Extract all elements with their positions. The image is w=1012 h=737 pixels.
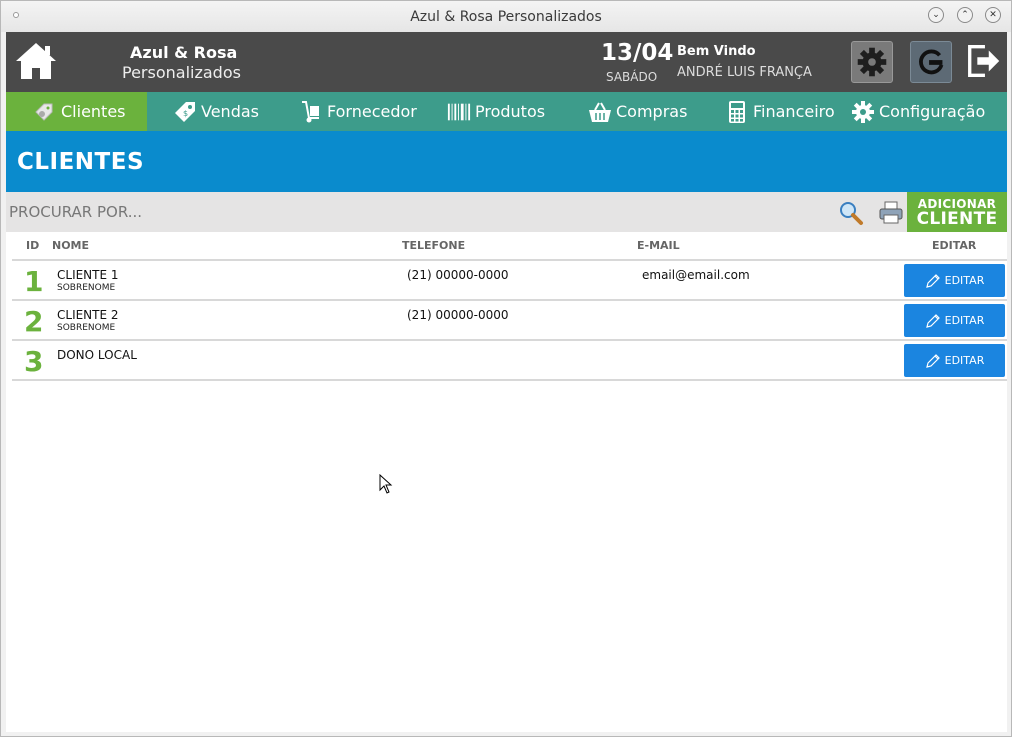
- pencil-icon: [925, 273, 940, 288]
- user-tag-icon: [35, 103, 53, 121]
- home-icon[interactable]: [14, 41, 58, 81]
- pencil-icon: [925, 353, 940, 368]
- maximize-button[interactable]: ⌃: [957, 7, 973, 23]
- gear-icon: [857, 47, 887, 77]
- table-row: 2 CLIENTE 2 SOBRENOME (21) 00000-0000 ED…: [12, 301, 1007, 341]
- client-id: 3: [24, 345, 44, 378]
- client-name: CLIENTE 2: [57, 308, 119, 322]
- nav-label: Fornecedor: [327, 102, 417, 121]
- client-phone: (21) 00000-0000: [407, 268, 509, 282]
- nav-tab-clientes[interactable]: Clientes: [6, 92, 147, 131]
- main-nav: Clientes $ Vendas Fornecedor Produtos Co…: [6, 92, 1007, 131]
- section-header: CLIENTES: [6, 131, 1007, 192]
- refresh-icon: [919, 49, 944, 75]
- window-title: Azul & Rosa Personalizados: [410, 9, 602, 25]
- client-name: CLIENTE 1: [57, 268, 119, 282]
- table-row: 3 DONO LOCAL EDITAR: [12, 341, 1007, 381]
- nav-tab-compras[interactable]: Compras: [588, 92, 687, 131]
- current-date: 13/04: [601, 40, 674, 66]
- app-window: Azul & Rosa Personalizados ⌄ ⌃ ✕ Azul & …: [0, 0, 1012, 737]
- nav-label: Compras: [616, 102, 688, 121]
- barcode-icon: [447, 103, 471, 120]
- search-input[interactable]: [6, 197, 826, 227]
- add-client-button[interactable]: ADICIONAR CLIENTE: [907, 192, 1007, 232]
- edit-button[interactable]: EDITAR: [904, 264, 1005, 297]
- table-row: 1 CLIENTE 1 SOBRENOME (21) 00000-0000 em…: [12, 261, 1007, 301]
- page-title: CLIENTES: [17, 149, 145, 175]
- price-tag-icon: $: [175, 101, 195, 122]
- search-bar: ADICIONAR CLIENTE: [6, 192, 1007, 232]
- column-edit: EDITAR: [932, 239, 977, 252]
- close-button[interactable]: ✕: [985, 7, 1001, 23]
- nav-label: Clientes: [61, 102, 126, 121]
- welcome-text: Bem Vindo: [677, 44, 756, 59]
- calculator-icon: [729, 100, 745, 123]
- nav-tab-configuracao[interactable]: Configuração: [851, 92, 985, 131]
- pencil-icon: [925, 313, 940, 328]
- gear-icon: [852, 100, 874, 123]
- svg-text:$: $: [183, 109, 188, 118]
- client-phone: (21) 00000-0000: [407, 308, 509, 322]
- client-name: DONO LOCAL: [57, 348, 137, 362]
- settings-button[interactable]: [851, 41, 893, 83]
- column-email: E-MAIL: [637, 239, 680, 252]
- printer-icon[interactable]: [878, 200, 904, 226]
- nav-tab-produtos[interactable]: Produtos: [447, 92, 545, 131]
- logout-icon: [968, 45, 1000, 77]
- client-surname: SOBRENOME: [57, 323, 116, 333]
- app-content: Azul & Rosa Personalizados 13/04 SABÁDO …: [6, 32, 1007, 732]
- nav-tab-financeiro[interactable]: Financeiro: [725, 92, 835, 131]
- title-bar: Azul & Rosa Personalizados ⌄ ⌃ ✕: [1, 1, 1011, 32]
- refresh-button[interactable]: [910, 41, 952, 83]
- header-bar: Azul & Rosa Personalizados 13/04 SABÁDO …: [6, 32, 1007, 92]
- add-button-line2: CLIENTE: [916, 209, 998, 229]
- nav-label: Financeiro: [753, 102, 835, 121]
- edit-button[interactable]: EDITAR: [904, 304, 1005, 337]
- client-id: 1: [24, 265, 44, 298]
- logout-button[interactable]: [964, 41, 1006, 83]
- nav-tab-vendas[interactable]: $ Vendas: [173, 92, 259, 131]
- edit-label: EDITAR: [944, 274, 985, 287]
- edit-button[interactable]: EDITAR: [904, 344, 1005, 377]
- search-icon[interactable]: [838, 200, 864, 226]
- mouse-cursor-icon: [379, 474, 393, 494]
- column-phone: TELEFONE: [402, 239, 466, 252]
- nav-tab-fornecedor[interactable]: Fornecedor: [299, 92, 417, 131]
- nav-label: Configuração: [879, 102, 986, 121]
- edit-label: EDITAR: [944, 354, 985, 367]
- user-name: ANDRÉ LUIS FRANÇA: [677, 65, 812, 80]
- hand-truck-icon: [302, 100, 319, 122]
- edit-label: EDITAR: [944, 314, 985, 327]
- minimize-button[interactable]: ⌄: [928, 7, 944, 23]
- nav-label: Vendas: [201, 102, 259, 121]
- table-header: ID NOME TELEFONE E-MAIL EDITAR: [12, 232, 1007, 261]
- client-surname: SOBRENOME: [57, 283, 116, 293]
- basket-icon: [589, 102, 611, 122]
- brand-subtitle: Personalizados: [122, 63, 241, 82]
- current-weekday: SABÁDO: [606, 70, 658, 84]
- brand-title: Azul & Rosa: [130, 43, 238, 62]
- client-id: 2: [24, 305, 44, 338]
- column-name: NOME: [52, 239, 90, 252]
- nav-label: Produtos: [475, 102, 546, 121]
- client-email: email@email.com: [642, 268, 750, 282]
- column-id: ID: [26, 239, 40, 252]
